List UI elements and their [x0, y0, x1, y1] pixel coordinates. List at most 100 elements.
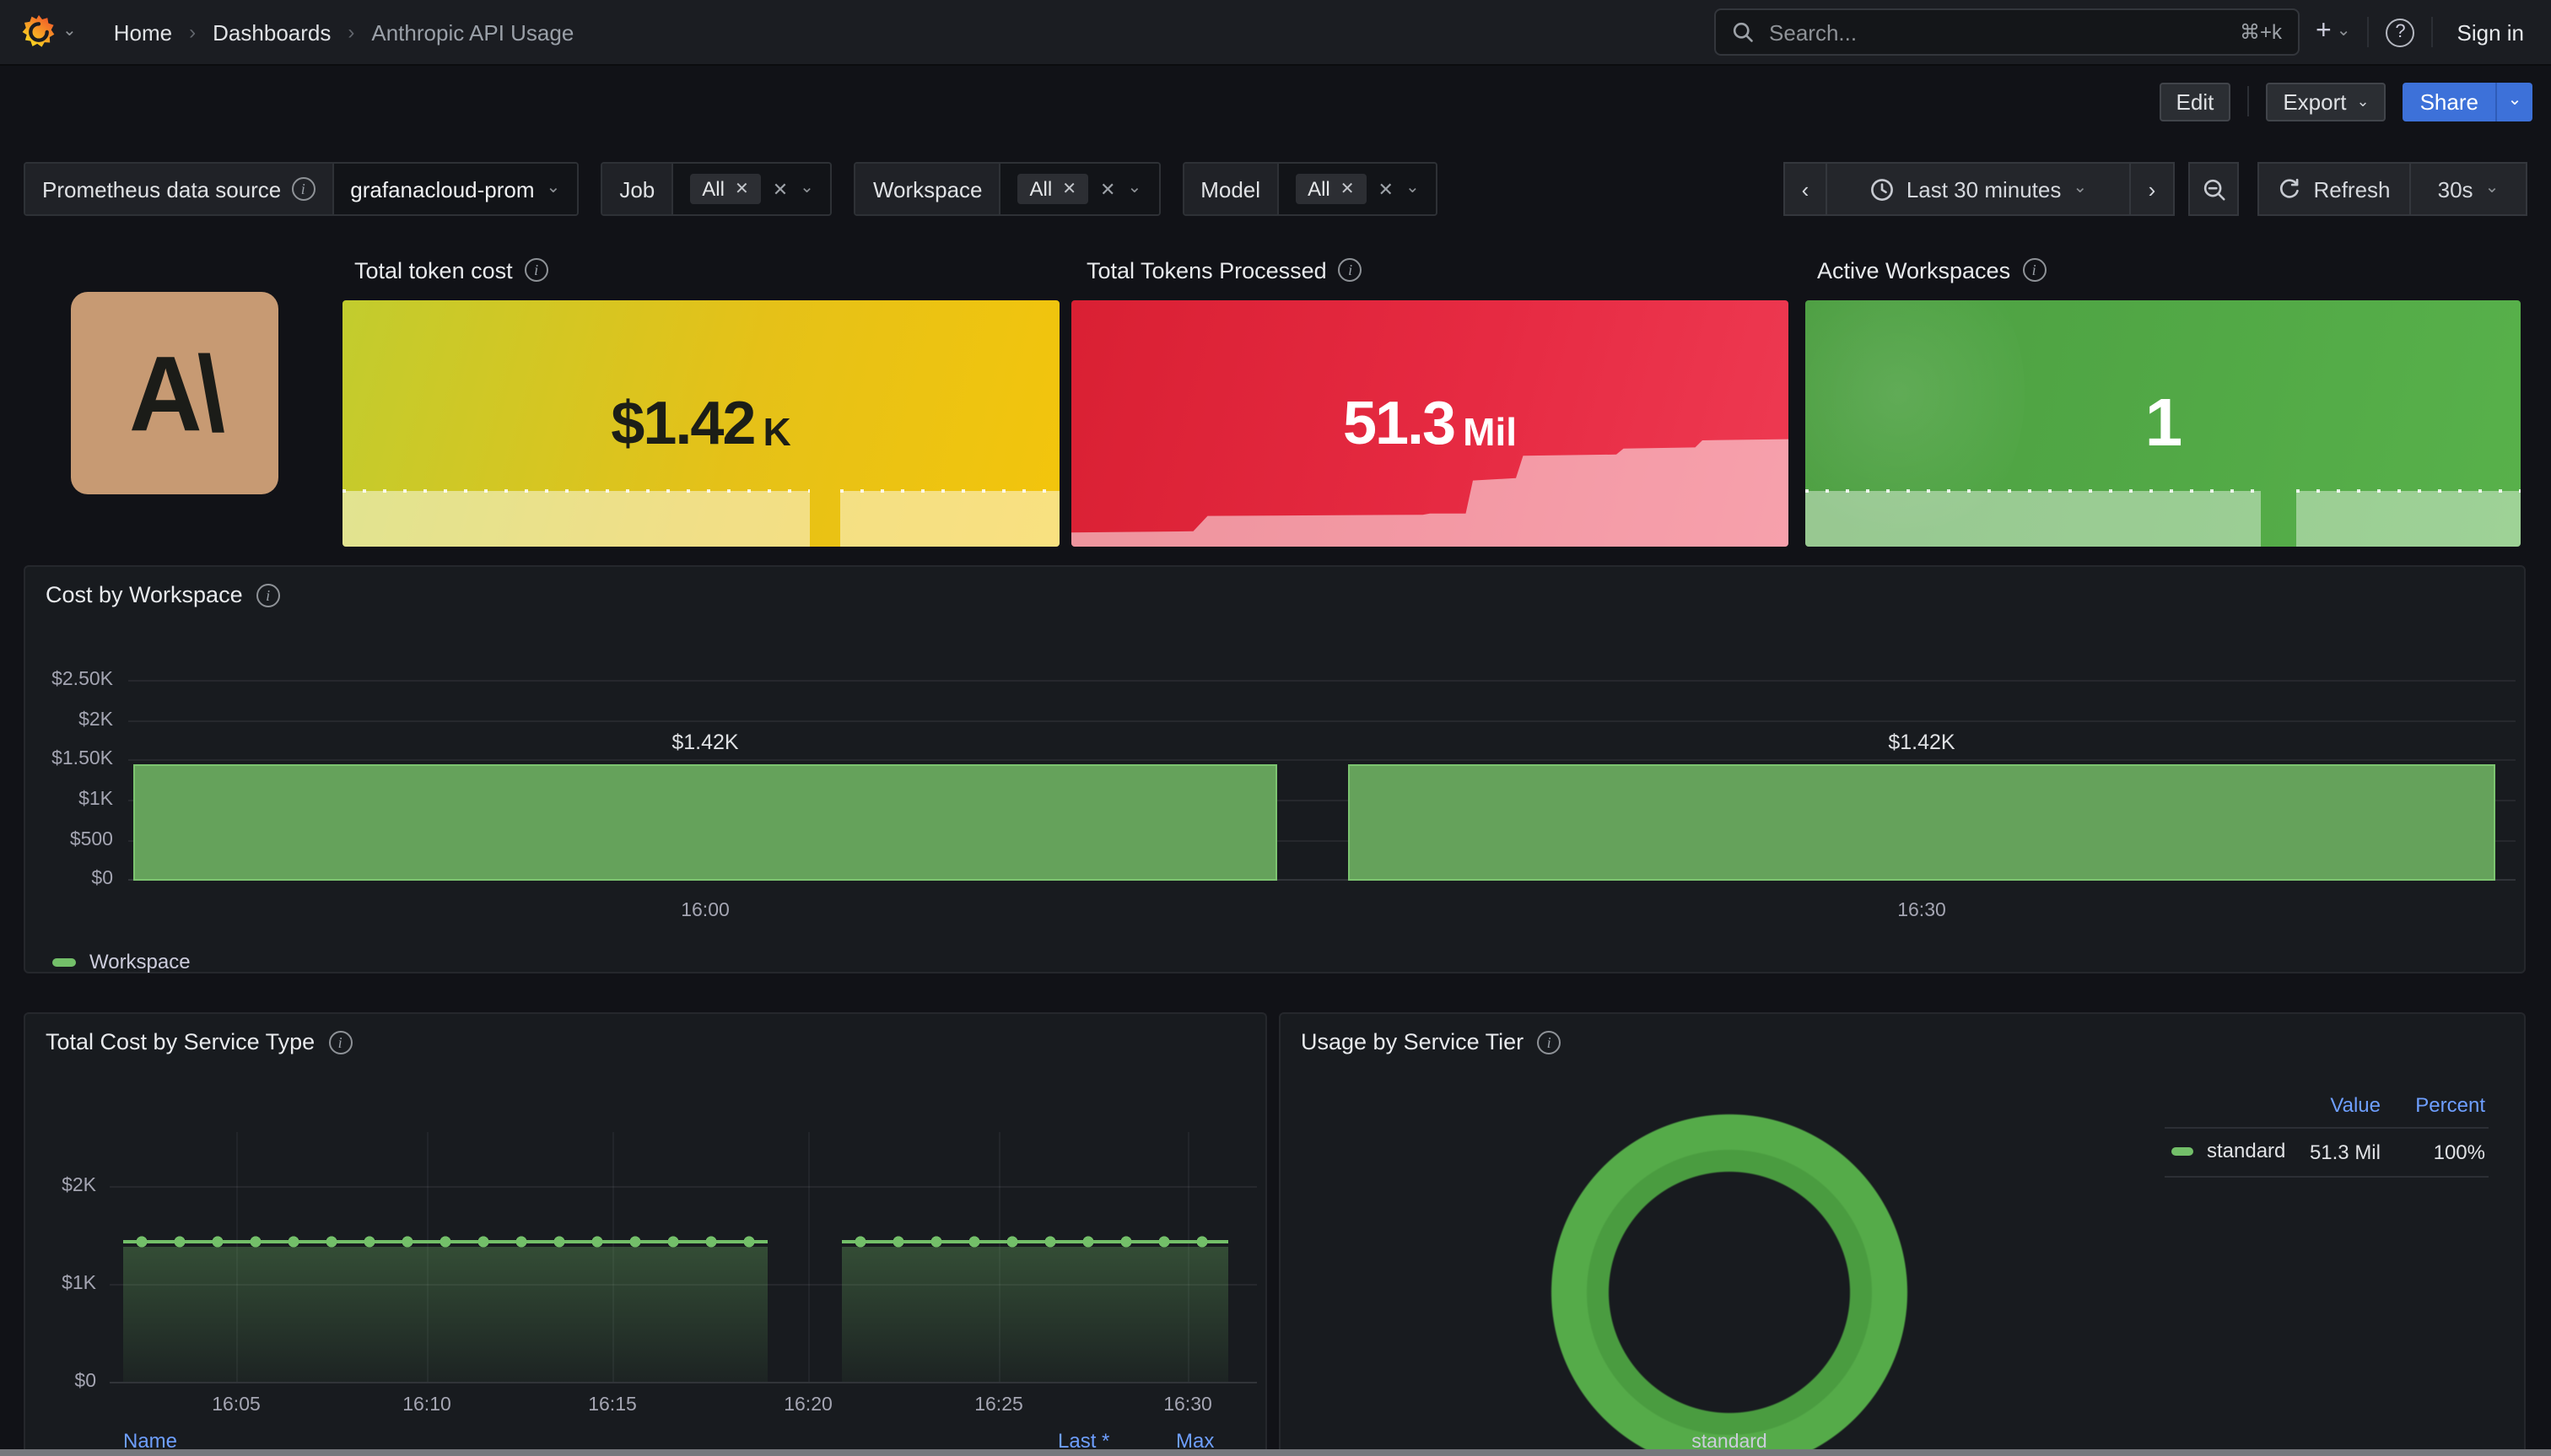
refresh-interval-picker[interactable]: 30s ⌄ [2411, 162, 2527, 216]
chip-label: All [1030, 177, 1053, 201]
clear-all-icon[interactable]: ✕ [773, 178, 788, 200]
job-filter-select[interactable]: All ✕ ✕ ⌄ [673, 164, 831, 214]
datasource-value: grafanacloud-prom [350, 176, 534, 202]
model-filter-chip[interactable]: All ✕ [1296, 174, 1366, 204]
stat-value: 51.3 Mil [1071, 300, 1788, 547]
stat-panel-active-workspaces[interactable]: 1 [1805, 300, 2521, 547]
sign-in-button[interactable]: Sign in [2451, 19, 2532, 45]
time-range-picker[interactable]: Last 30 minutes ⌄ [1827, 162, 2131, 216]
time-range-label: Last 30 minutes [1907, 176, 2062, 202]
legend-percent: 100% [2401, 1141, 2485, 1164]
stat-title-active-workspaces: Active Workspaces i [1817, 256, 2046, 283]
area-fill [842, 1247, 1228, 1382]
legend-color-pill [2171, 1146, 2193, 1155]
grafana-dashboard: ⌄ Home › Dashboards › Anthropic API Usag… [0, 0, 2551, 1456]
table-separator [2165, 1176, 2489, 1178]
area-fill [123, 1247, 768, 1382]
breadcrumb-separator-icon: › [189, 20, 196, 44]
breadcrumb-separator-icon: › [348, 20, 354, 44]
clear-all-icon[interactable]: ✕ [1100, 178, 1115, 200]
job-filter-label: Job [602, 164, 673, 214]
chevron-down-icon: ⌄ [2508, 93, 2522, 110]
panel-title-label: Total Cost by Service Type [46, 1029, 315, 1054]
job-filter-chip[interactable]: All ✕ [690, 174, 760, 204]
chip-label: All [702, 177, 725, 201]
stat-title-label: Active Workspaces [1817, 257, 2010, 283]
stat-panel-total-token-cost[interactable]: $1.42 K [342, 300, 1060, 547]
clear-all-icon[interactable]: ✕ [1378, 178, 1394, 200]
info-icon[interactable]: i [256, 583, 280, 607]
gridline [128, 759, 2516, 761]
horizontal-scrollbar[interactable] [0, 1449, 2551, 1456]
line-series-segment[interactable] [842, 1235, 1228, 1248]
stat-value-number: $1.42 [611, 388, 754, 459]
chevron-down-icon: ⌄ [2337, 24, 2351, 40]
legend-sort-value[interactable]: Value [2313, 1093, 2381, 1117]
time-shift-back-button[interactable]: ‹ [1783, 162, 1827, 216]
divider [2247, 86, 2249, 116]
time-controls: ‹ Last 30 minutes ⌄ › Ref [1783, 162, 2527, 216]
org-switcher[interactable]: ⌄ [20, 13, 77, 51]
refresh-label: Refresh [2313, 176, 2390, 202]
refresh-icon [2278, 177, 2301, 201]
legend-item-workspace[interactable]: Workspace [52, 950, 191, 973]
close-icon[interactable]: ✕ [1340, 180, 1355, 198]
panel-title[interactable]: Cost by Workspace i [46, 582, 280, 607]
zoom-out-time-button[interactable] [2188, 162, 2239, 216]
bar-16-00[interactable] [133, 764, 1277, 881]
info-icon[interactable]: i [2022, 258, 2046, 282]
chevron-down-icon: ⌄ [1127, 181, 1141, 197]
stat-panel-total-tokens-processed[interactable]: 51.3 Mil [1071, 300, 1788, 547]
datasource-label: Prometheus data source [42, 176, 281, 202]
line-series-segment[interactable] [123, 1235, 768, 1248]
model-filter-select[interactable]: All ✕ ✕ ⌄ [1279, 164, 1437, 214]
table-separator [2165, 1127, 2489, 1129]
search-box[interactable]: ⌘+k [1713, 8, 2299, 56]
info-icon[interactable]: i [1339, 258, 1362, 282]
breadcrumb-dashboards[interactable]: Dashboards [213, 19, 331, 45]
datasource-select[interactable]: grafanacloud-prom ⌄ [333, 164, 577, 214]
time-shift-forward-button[interactable]: › [2131, 162, 2175, 216]
chevron-down-icon: ⌄ [2485, 181, 2500, 197]
workspace-filter-label: Workspace [856, 164, 1001, 214]
close-icon[interactable]: ✕ [735, 180, 749, 198]
legend-item-standard[interactable]: standard [2171, 1139, 2285, 1162]
workspace-filter-chip[interactable]: All ✕ [1018, 174, 1088, 204]
add-new-button[interactable]: + ⌄ [2316, 17, 2350, 47]
breadcrumb-current-page: Anthropic API Usage [371, 19, 574, 45]
legend-sort-percent[interactable]: Percent [2401, 1093, 2485, 1117]
gridline [808, 1132, 810, 1382]
export-button[interactable]: Export ⌄ [2266, 82, 2386, 121]
help-icon: ? [2395, 22, 2405, 42]
close-icon[interactable]: ✕ [1062, 180, 1076, 198]
export-label: Export [2283, 89, 2346, 114]
breadcrumb-home[interactable]: Home [114, 19, 172, 45]
share-button[interactable]: Share [2403, 82, 2495, 121]
grafana-logo-icon [20, 13, 57, 51]
x-tick: 16:00 [638, 901, 773, 921]
legend-label: Workspace [89, 950, 191, 973]
gridline [128, 680, 2516, 682]
info-icon[interactable]: i [328, 1030, 352, 1054]
y-tick: $1K [29, 1274, 96, 1294]
stat-value-number: 1 [2145, 386, 2182, 461]
info-icon[interactable]: i [525, 258, 548, 282]
workspace-filter-select[interactable]: All ✕ ✕ ⌄ [1001, 164, 1159, 214]
panel-title[interactable]: Usage by Service Tier i [1301, 1029, 1561, 1054]
search-input[interactable] [1766, 18, 2228, 46]
bar-value-label: $1.42K [604, 731, 806, 754]
help-button[interactable]: ? [2387, 18, 2415, 46]
y-tick: $1.50K [25, 749, 113, 769]
donut-slice-standard[interactable] [1551, 1114, 1908, 1456]
share-menu-button[interactable]: ⌄ [2495, 82, 2532, 121]
x-tick: 16:10 [359, 1395, 494, 1416]
info-icon[interactable]: i [1537, 1030, 1561, 1054]
refresh-button[interactable]: Refresh [2257, 162, 2411, 216]
share-split-button: Share ⌄ [2403, 82, 2532, 121]
clock-icon [1869, 176, 1895, 202]
bar-16-30[interactable] [1348, 764, 2495, 881]
panel-title[interactable]: Total Cost by Service Type i [46, 1029, 352, 1054]
edit-button[interactable]: Edit [2160, 82, 2231, 121]
chevron-right-icon: › [2149, 176, 2156, 202]
nav-actions: ⌘+k + ⌄ ? Sign in [1713, 8, 2531, 56]
